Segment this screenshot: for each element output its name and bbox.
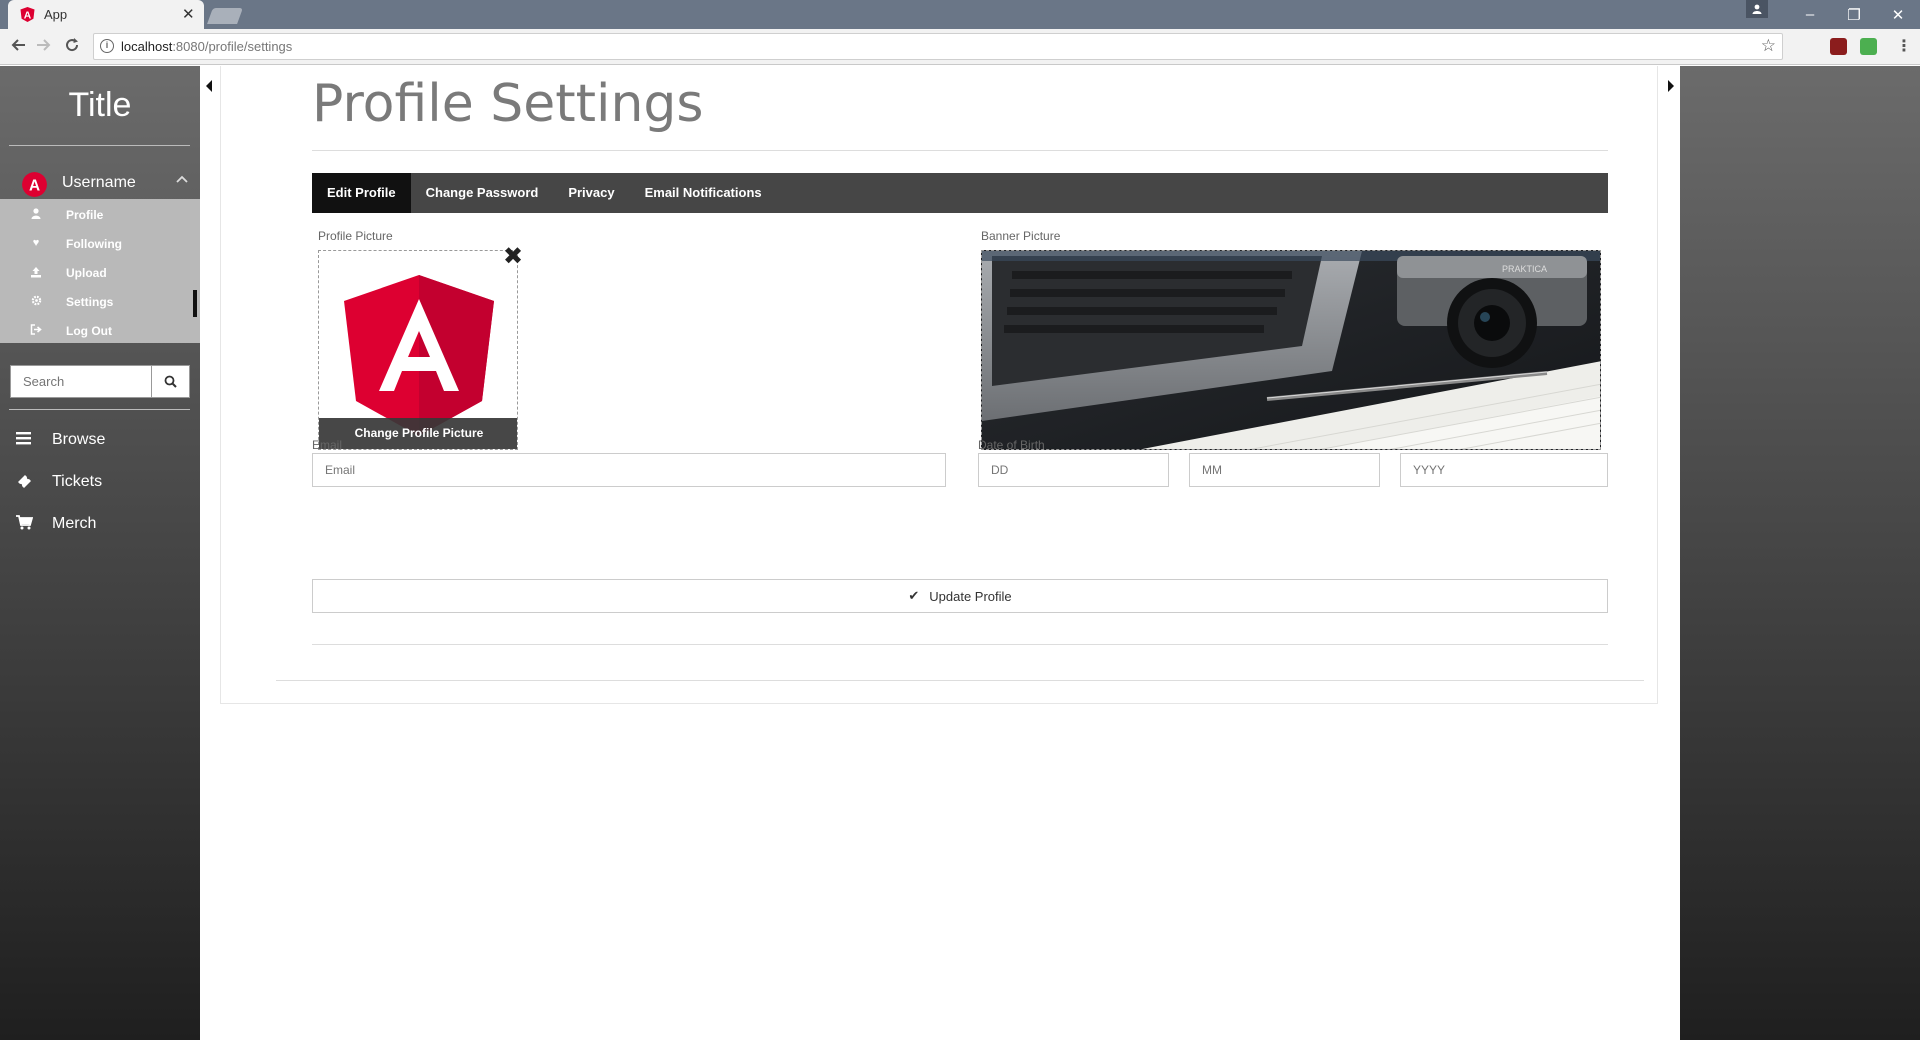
chevron-up-icon [176, 172, 188, 186]
logout-icon [30, 324, 42, 336]
collapse-left-icon[interactable] [206, 80, 212, 92]
tab-change-password[interactable]: Change Password [411, 173, 554, 213]
ublock-extension-icon[interactable] [1830, 38, 1847, 55]
user-icon [30, 208, 42, 220]
submenu-label: Profile [66, 208, 104, 222]
submenu-item-settings[interactable]: Settings [0, 288, 200, 317]
sidebar: Title A Username Profile ♥ Following Upl… [0, 66, 200, 1040]
remove-picture-icon[interactable]: ✖ [503, 242, 523, 271]
form-divider [312, 644, 1608, 645]
submenu-label: Upload [66, 266, 107, 280]
tab-edit-profile[interactable]: Edit Profile [312, 173, 411, 213]
restore-button[interactable]: ❐ [1832, 0, 1876, 29]
browser-menu-icon[interactable]: ⋮ [1894, 37, 1914, 57]
update-profile-button[interactable]: ✔ Update Profile [312, 579, 1608, 613]
bookmark-star-icon[interactable]: ☆ [1761, 36, 1776, 56]
title-divider [312, 150, 1608, 151]
tab-privacy[interactable]: Privacy [553, 173, 629, 213]
cors-extension-icon[interactable] [1860, 38, 1877, 55]
nav-item-browse[interactable]: Browse [0, 423, 200, 457]
ticket-icon [16, 473, 36, 491]
profile-picture-label: Profile Picture [318, 229, 393, 243]
submenu-item-following[interactable]: ♥ Following [0, 230, 200, 259]
collapse-right-icon[interactable] [1668, 80, 1674, 92]
search-icon [164, 375, 177, 388]
nav-item-tickets[interactable]: Tickets [0, 465, 200, 499]
avatar: A [22, 172, 47, 197]
page-title: Profile Settings [312, 74, 704, 134]
right-background [1680, 66, 1920, 1040]
window-controls: – ❐ ✕ [1746, 0, 1920, 29]
update-profile-label: Update Profile [929, 588, 1012, 604]
new-tab-button[interactable] [207, 8, 243, 24]
submenu-item-profile[interactable]: Profile [0, 201, 200, 230]
active-indicator [193, 290, 197, 317]
gear-icon [30, 295, 42, 307]
svg-text:A: A [24, 11, 32, 22]
svg-text:PRAKTICA: PRAKTICA [1502, 264, 1547, 274]
forward-arrow-icon[interactable] [34, 37, 54, 57]
nav-label: Browse [52, 431, 106, 448]
dob-label: Date of Birth [978, 438, 1045, 452]
bars-icon [16, 431, 36, 449]
upload-icon [30, 266, 42, 278]
banner-laptop-camera-image: PRAKTICA [982, 251, 1600, 449]
cart-icon [16, 515, 36, 533]
close-window-button[interactable]: ✕ [1876, 0, 1920, 29]
minimize-button[interactable]: – [1788, 0, 1832, 29]
browser-profile-icon[interactable] [1746, 0, 1768, 18]
user-menu-toggle[interactable]: A Username [0, 162, 200, 202]
sidebar-divider [9, 145, 190, 146]
browser-toolbar: i localhost:8080/profile/settings ☆ ⋮ [0, 29, 1920, 65]
search-button[interactable] [151, 366, 189, 397]
footer-divider [276, 680, 1644, 681]
heart-icon: ♥ [32, 237, 40, 249]
angular-favicon-icon: A [20, 7, 35, 22]
dob-year-field[interactable] [1400, 453, 1608, 487]
checkmark-icon: ✔ [908, 588, 920, 603]
browser-tab-title: App [44, 7, 68, 22]
back-arrow-icon[interactable] [8, 37, 28, 57]
email-field[interactable] [312, 453, 946, 487]
banner-picture-dropzone[interactable]: PRAKTICA [981, 250, 1601, 450]
close-tab-icon[interactable]: ✕ [182, 5, 195, 23]
nav-label: Merch [52, 515, 97, 532]
search-input[interactable] [11, 366, 152, 397]
submenu-item-logout[interactable]: Log Out [0, 317, 200, 346]
submenu-label: Log Out [66, 324, 112, 338]
settings-panel: Profile Settings Edit Profile Change Pas… [220, 66, 1658, 704]
submenu-item-upload[interactable]: Upload [0, 259, 200, 288]
reload-icon[interactable] [62, 37, 82, 57]
sidebar-search [10, 365, 190, 398]
banner-picture-label: Banner Picture [981, 229, 1061, 243]
url-text: localhost:8080/profile/settings [121, 39, 293, 54]
change-profile-picture-button[interactable]: Change Profile Picture [319, 418, 517, 449]
settings-tabs: Edit Profile Change Password Privacy Ema… [312, 173, 1608, 213]
username: Username [62, 174, 136, 191]
browser-tabstrip: A App ✕ – ❐ ✕ [0, 0, 1920, 29]
submenu-label: Following [66, 237, 122, 251]
sidebar-title: Title [68, 86, 132, 124]
dob-day-field[interactable] [978, 453, 1169, 487]
nav-item-merch[interactable]: Merch [0, 507, 200, 541]
email-label: Email [312, 438, 343, 452]
site-info-icon[interactable]: i [100, 39, 114, 53]
nav-label: Tickets [52, 473, 103, 490]
submenu-label: Settings [66, 295, 114, 309]
sidebar-divider [9, 409, 190, 410]
dob-month-field[interactable] [1189, 453, 1380, 487]
main-content: Profile Settings Edit Profile Change Pas… [200, 66, 1680, 1040]
address-bar[interactable]: i localhost:8080/profile/settings ☆ [93, 33, 1783, 60]
user-submenu: Profile ♥ Following Upload Settings Log … [0, 199, 200, 343]
svg-text:A: A [29, 177, 40, 194]
profile-picture-dropzone[interactable]: Change Profile Picture [318, 250, 518, 450]
browser-tab[interactable]: A App ✕ [8, 0, 204, 29]
tab-email-notifications[interactable]: Email Notifications [630, 173, 777, 213]
